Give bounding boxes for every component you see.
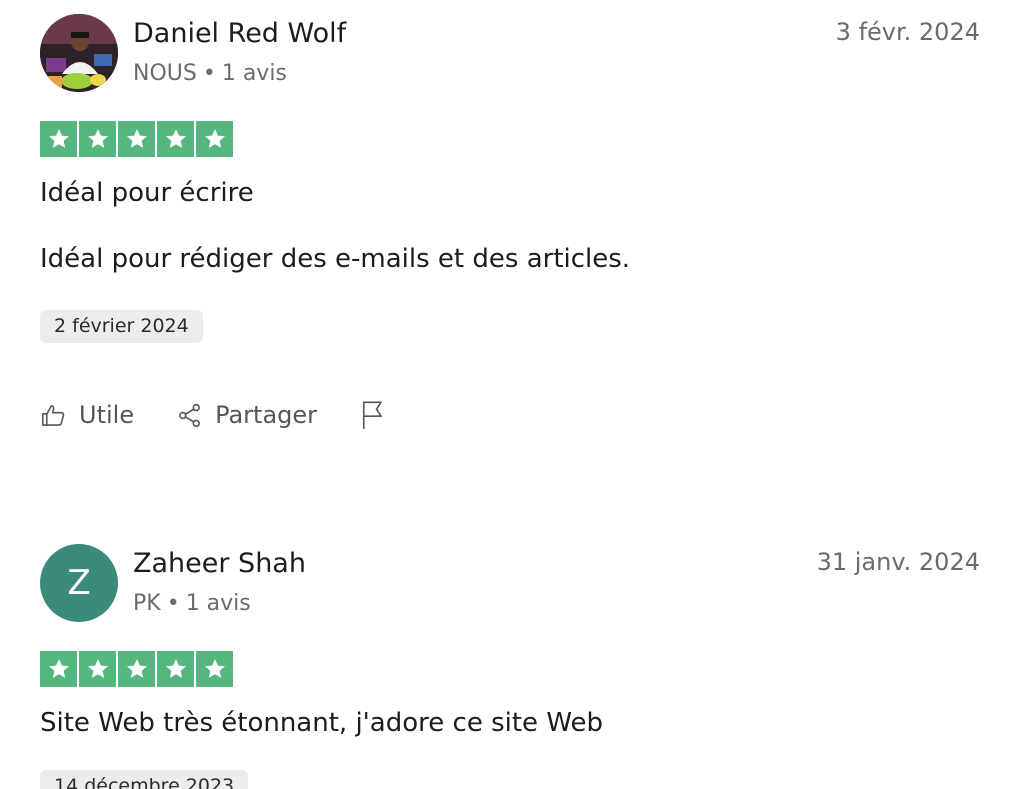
review-title[interactable]: Idéal pour écrire: [40, 178, 254, 208]
reviewer-meta: NOUS • 1 avis: [133, 61, 287, 86]
reviewer-review-count: 1 avis: [185, 591, 251, 616]
star-icon: [79, 121, 116, 157]
review-date: 31 janv. 2024: [816, 548, 980, 576]
share-icon: [179, 403, 201, 427]
star-icon: [196, 651, 233, 687]
separator-dot: •: [202, 61, 216, 86]
avatar[interactable]: Z: [40, 544, 118, 622]
reviews-page: Daniel Red Wolf NOUS • 1 avis 3 févr. 2024…: [0, 0, 1024, 789]
report-button[interactable]: [359, 400, 399, 430]
star-icon: [79, 651, 116, 687]
star-icon: [118, 121, 155, 157]
star-icon: [40, 121, 77, 157]
review-date: 3 févr. 2024: [835, 18, 980, 46]
star-rating: [40, 121, 233, 157]
reviewer-review-count: 1 avis: [221, 61, 287, 86]
avatar[interactable]: [40, 14, 118, 92]
star-icon: [157, 121, 194, 157]
share-button[interactable]: Partager: [176, 401, 317, 429]
reviewer-name[interactable]: Zaheer Shah: [133, 548, 306, 579]
reviewer-country: PK: [133, 591, 161, 616]
review-actions: Utile Partager: [40, 400, 441, 430]
star-icon: [196, 121, 233, 157]
reviewer-meta: PK • 1 avis: [133, 591, 251, 616]
experience-date-badge: 2 février 2024: [40, 310, 203, 343]
separator-dot: •: [166, 591, 180, 616]
useful-label: Utile: [79, 401, 135, 429]
flag-icon: [362, 401, 382, 429]
reviewer-name[interactable]: Daniel Red Wolf: [133, 18, 346, 49]
review-body: Idéal pour rédiger des e-mails et des ar…: [40, 244, 631, 274]
star-rating: [40, 651, 233, 687]
useful-button[interactable]: Utile: [40, 401, 134, 429]
star-icon: [157, 651, 194, 687]
avatar-photo-icon: [40, 14, 118, 92]
reviewer-country: NOUS: [133, 61, 197, 86]
experience-date-badge: 14 décembre 2023: [40, 770, 249, 789]
star-icon: [40, 651, 77, 687]
star-icon: [118, 651, 155, 687]
thumbs-up-icon: [42, 404, 65, 426]
review-title[interactable]: Site Web très étonnant, j'adore ce site …: [40, 708, 603, 738]
share-label: Partager: [215, 401, 318, 429]
